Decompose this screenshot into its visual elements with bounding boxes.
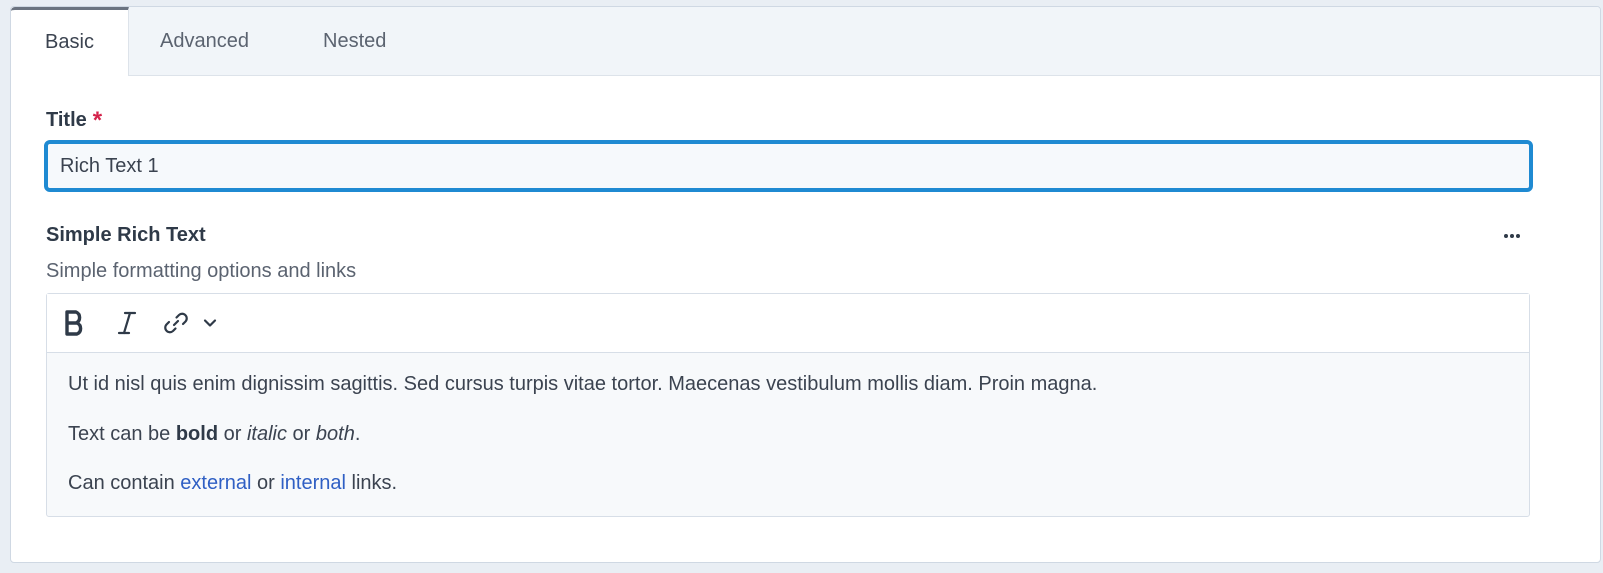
title-label-text: Title: [46, 109, 87, 131]
chevron-down-icon: [203, 319, 217, 327]
text-run: Text can be: [68, 422, 176, 445]
text-run: or: [251, 472, 281, 494]
rich-text-label: Simple Rich Text: [46, 224, 206, 246]
link-button[interactable]: [159, 304, 193, 342]
text-run: or: [218, 422, 247, 445]
tab-bar: Basic Advanced Nested: [11, 7, 1600, 76]
external-link[interactable]: external: [180, 472, 251, 494]
editor-toolbar: [47, 294, 1529, 353]
bold-icon: [65, 310, 83, 336]
text-run: .: [354, 422, 361, 445]
text-run: or: [286, 422, 316, 445]
text-run: links.: [345, 472, 398, 494]
internal-link[interactable]: internal: [280, 472, 346, 494]
editor-content[interactable]: Ut id nisl quis enim dignissim sagittis.…: [68, 372, 1509, 521]
title-label: Title *: [46, 105, 103, 134]
bold-button[interactable]: [59, 304, 91, 342]
italic-icon: [117, 311, 137, 335]
more-options-button[interactable]: [1495, 221, 1529, 251]
form-panel: Basic Advanced Nested Title* Simple Rich…: [10, 6, 1601, 563]
rich-text-help: Simple formatting options and links: [46, 260, 357, 282]
required-marker: *: [92, 107, 103, 134]
text-run: Can contain: [68, 472, 181, 494]
both-text: both: [315, 422, 355, 445]
tab-advanced[interactable]: Advanced: [160, 7, 249, 75]
link-dropdown-button[interactable]: [199, 304, 221, 342]
paragraph-3: Can contain external or internal links.: [68, 471, 1509, 521]
paragraph-1: Ut id nisl quis enim dignissim sagittis.…: [68, 373, 1098, 395]
tab-nested[interactable]: Nested: [323, 7, 386, 75]
tab-basic[interactable]: Basic: [11, 7, 129, 76]
paragraph-2: Text can be bold or italic or both.: [68, 422, 1509, 472]
link-icon: [164, 312, 188, 334]
bold-text: bold: [175, 422, 219, 445]
ellipsis-icon: [1504, 234, 1520, 238]
rich-text-editor[interactable]: Ut id nisl quis enim dignissim sagittis.…: [46, 293, 1530, 517]
title-input[interactable]: [44, 140, 1533, 192]
italic-text: italic: [246, 422, 287, 445]
italic-button[interactable]: [111, 304, 143, 342]
